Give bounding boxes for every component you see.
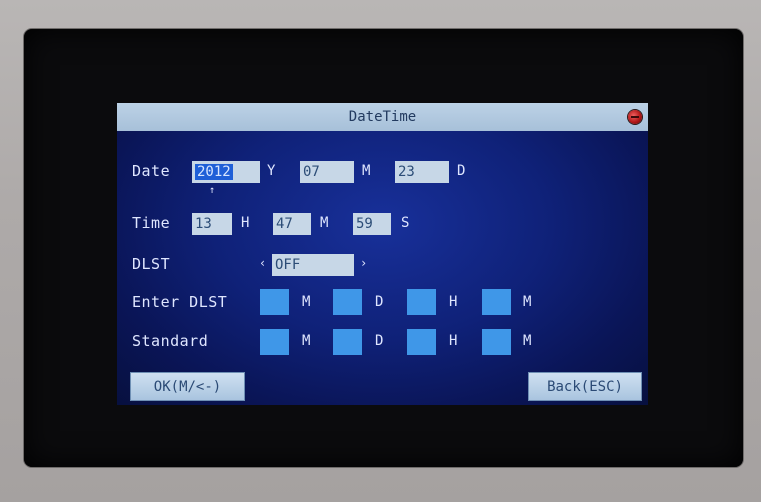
dlst-left-arrow-icon[interactable]: ‹	[259, 256, 266, 270]
day-unit: D	[457, 163, 466, 179]
enter-dlst-label: Enter DLST	[132, 293, 228, 311]
hour-field[interactable]: 13	[192, 213, 232, 235]
enter-dlst-minute-unit: M	[523, 294, 532, 310]
cursor-marker: ↑	[209, 185, 216, 196]
year-field[interactable]: 2012	[192, 161, 260, 183]
standard-hour-unit: H	[449, 333, 458, 349]
ok-button[interactable]: OK(M/<-)	[130, 372, 245, 401]
dlst-label: DLST	[132, 255, 171, 273]
standard-minute-unit: M	[523, 333, 532, 349]
second-unit: S	[401, 215, 410, 231]
month-unit: M	[362, 163, 371, 179]
standard-day-field[interactable]	[333, 329, 362, 355]
second-field[interactable]: 59	[353, 213, 391, 235]
month-field[interactable]: 07	[300, 161, 354, 183]
enter-dlst-day-field[interactable]	[333, 289, 362, 315]
dlst-right-arrow-icon[interactable]: ›	[360, 256, 367, 270]
enter-dlst-hour-unit: H	[449, 294, 458, 310]
enter-dlst-month-unit: M	[302, 294, 311, 310]
standard-hour-field[interactable]	[407, 329, 436, 355]
back-button[interactable]: Back(ESC)	[528, 372, 642, 401]
minute-field[interactable]: 47	[273, 213, 311, 235]
standard-day-unit: D	[375, 333, 384, 349]
enter-dlst-hour-field[interactable]	[407, 289, 436, 315]
standard-month-unit: M	[302, 333, 311, 349]
hour-unit: H	[241, 215, 250, 231]
year-value: 2012	[195, 164, 233, 180]
standard-minute-field[interactable]	[482, 329, 511, 355]
datetime-dialog: DateTime Date 2012 ↑ Y 07 M 23 D Time 13…	[117, 103, 648, 405]
time-label: Time	[132, 214, 171, 232]
standard-month-field[interactable]	[260, 329, 289, 355]
close-icon[interactable]	[628, 110, 642, 124]
enter-dlst-minute-field[interactable]	[482, 289, 511, 315]
day-field[interactable]: 23	[395, 161, 449, 183]
dialog-title: DateTime	[348, 109, 417, 125]
date-label: Date	[132, 162, 171, 180]
minute-unit: M	[320, 215, 329, 231]
standard-label: Standard	[132, 332, 209, 350]
enter-dlst-month-field[interactable]	[260, 289, 289, 315]
year-unit: Y	[267, 163, 276, 179]
dlst-select[interactable]: OFF	[272, 254, 354, 276]
enter-dlst-day-unit: D	[375, 294, 384, 310]
dialog-titlebar: DateTime	[117, 103, 648, 131]
